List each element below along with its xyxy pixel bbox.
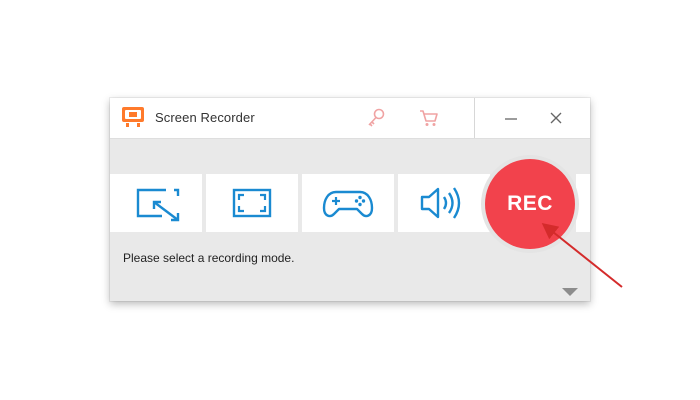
- window-title: Screen Recorder: [155, 110, 255, 125]
- rec-button[interactable]: REC: [485, 159, 575, 249]
- orange-monitor-icon: [121, 106, 145, 128]
- custom-region-mode-button[interactable]: [110, 174, 202, 232]
- screenshot-stage: Screen Recorder REC Please select a reco…: [0, 0, 700, 400]
- title-bar[interactable]: Screen Recorder: [110, 98, 590, 139]
- gamepad-icon: [322, 190, 374, 218]
- close-icon[interactable]: [544, 106, 568, 130]
- toolbar-divider: [474, 98, 475, 138]
- triangle-down-icon[interactable]: [560, 285, 580, 297]
- status-message: Please select a recording mode.: [123, 251, 295, 265]
- key-icon[interactable]: [365, 107, 387, 129]
- screen-recorder-window: Screen Recorder REC Please select a reco…: [110, 98, 590, 301]
- minimize-icon[interactable]: [499, 106, 523, 130]
- cart-icon[interactable]: [418, 107, 440, 129]
- fullscreen-mode-button[interactable]: [206, 174, 298, 232]
- game-mode-button[interactable]: [302, 174, 394, 232]
- speaker-icon: [420, 187, 461, 219]
- audio-only-mode-button[interactable]: [398, 174, 490, 232]
- fullscreen-icon: [232, 188, 272, 218]
- region-arrow-icon: [136, 188, 180, 222]
